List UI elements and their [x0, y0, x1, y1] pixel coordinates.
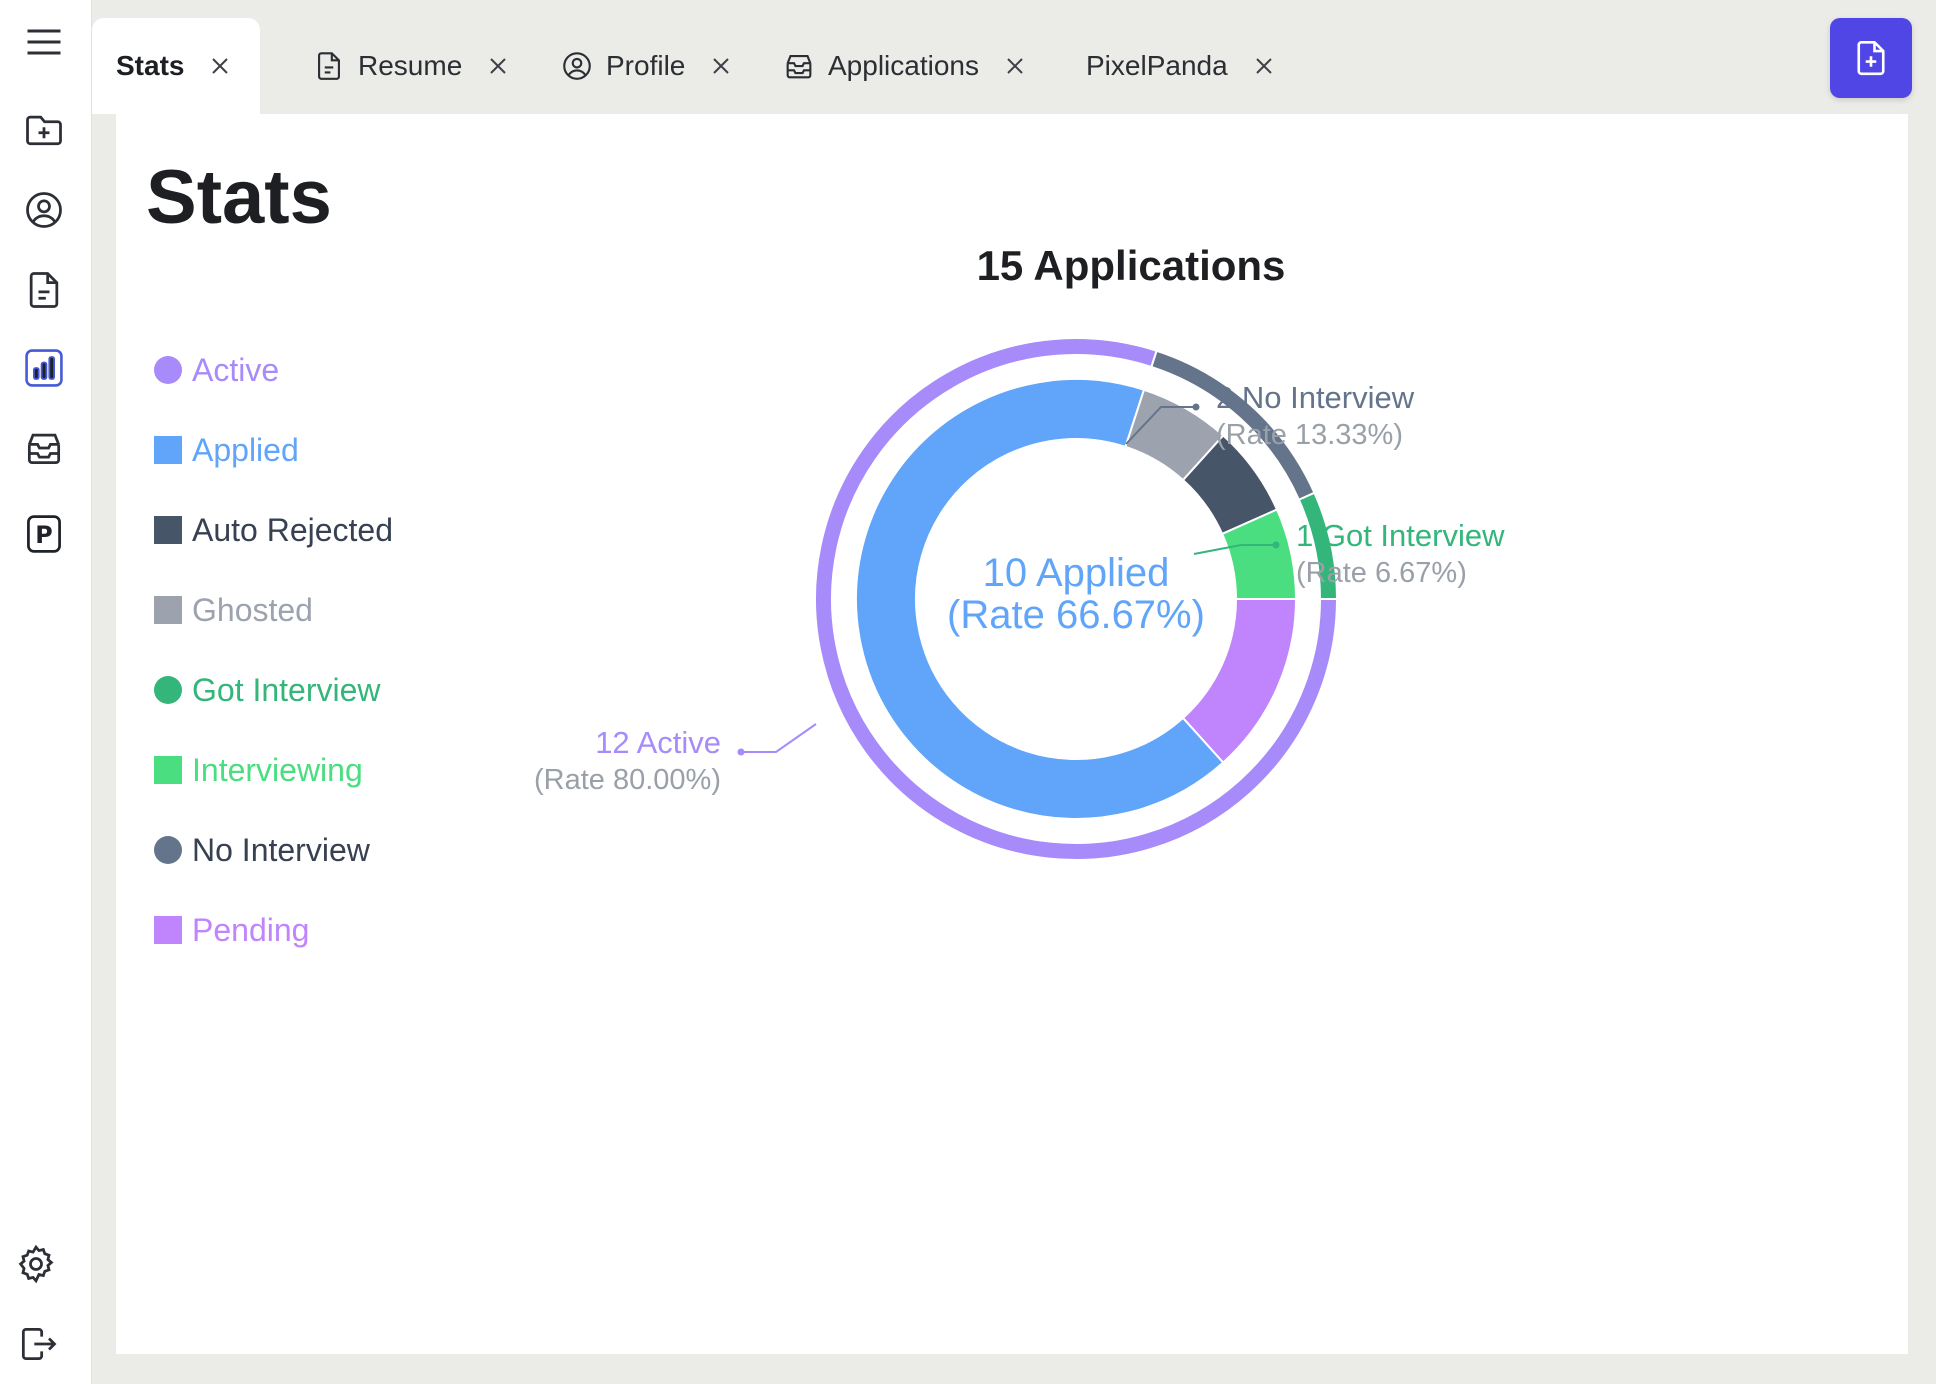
tab-label: Stats: [116, 50, 185, 81]
close-icon[interactable]: [486, 54, 510, 78]
svg-text:P: P: [35, 521, 52, 549]
menu-icon[interactable]: [18, 16, 70, 68]
folder-add-icon[interactable]: [18, 104, 70, 156]
tab-label: Profile: [606, 50, 686, 81]
callout-rate-label: (Rate 13.33%): [1216, 419, 1403, 451]
tab-bar: Stats Resume Profile Applications PixelP…: [92, 0, 1936, 114]
close-icon[interactable]: [208, 54, 232, 78]
close-icon[interactable]: [709, 54, 733, 78]
left-sidebar: P: [0, 0, 92, 1384]
tab-label: Applications: [828, 50, 979, 81]
document-icon: [312, 49, 346, 83]
document-add-icon: [1857, 40, 1885, 76]
user-circle-icon[interactable]: [18, 184, 70, 236]
tab-profile[interactable]: Profile: [536, 18, 757, 114]
callout-rate-label: (Rate 6.67%): [1296, 557, 1467, 589]
tab-pixelpanda[interactable]: PixelPanda: [1062, 18, 1300, 114]
callout-dot: [737, 748, 745, 756]
close-icon[interactable]: [1252, 54, 1276, 78]
center-label-count: 10 Applied: [983, 551, 1170, 595]
callout-count-label: 12 Active: [595, 725, 721, 760]
user-circle-icon: [560, 49, 594, 83]
center-label-rate: (Rate 66.67%): [947, 593, 1205, 637]
tab-stats[interactable]: Stats: [92, 18, 260, 114]
close-icon[interactable]: [1003, 54, 1027, 78]
donut-chart: 2 No Interview (Rate 13.33%) 1 Got Intervi…: [534, 337, 1505, 861]
logout-icon[interactable]: [12, 1318, 64, 1370]
parking-p-icon[interactable]: P: [18, 508, 70, 560]
inbox-stack-icon[interactable]: [18, 422, 70, 474]
callout-leader-line: [741, 723, 817, 753]
tab-applications[interactable]: Applications: [758, 18, 1051, 114]
gear-icon[interactable]: [10, 1238, 62, 1290]
inbox-stack-icon: [782, 49, 816, 83]
callout-rate-label: (Rate 80.00%): [534, 764, 721, 796]
callout-count-label: 1 Got Interview: [1296, 518, 1505, 553]
main-panel: Stats 15 Applications Active Applied Aut…: [116, 114, 1908, 1354]
tab-label: PixelPanda: [1086, 50, 1228, 81]
callout-dot: [1192, 403, 1200, 411]
bar-chart-icon[interactable]: [18, 342, 70, 394]
new-document-button[interactable]: [1830, 18, 1912, 98]
document-icon[interactable]: [18, 264, 70, 316]
callout-dot: [1272, 541, 1280, 549]
tab-resume[interactable]: Resume: [288, 18, 534, 114]
tab-label: Resume: [358, 50, 463, 81]
callout-count-label: 2 No Interview: [1216, 380, 1415, 415]
